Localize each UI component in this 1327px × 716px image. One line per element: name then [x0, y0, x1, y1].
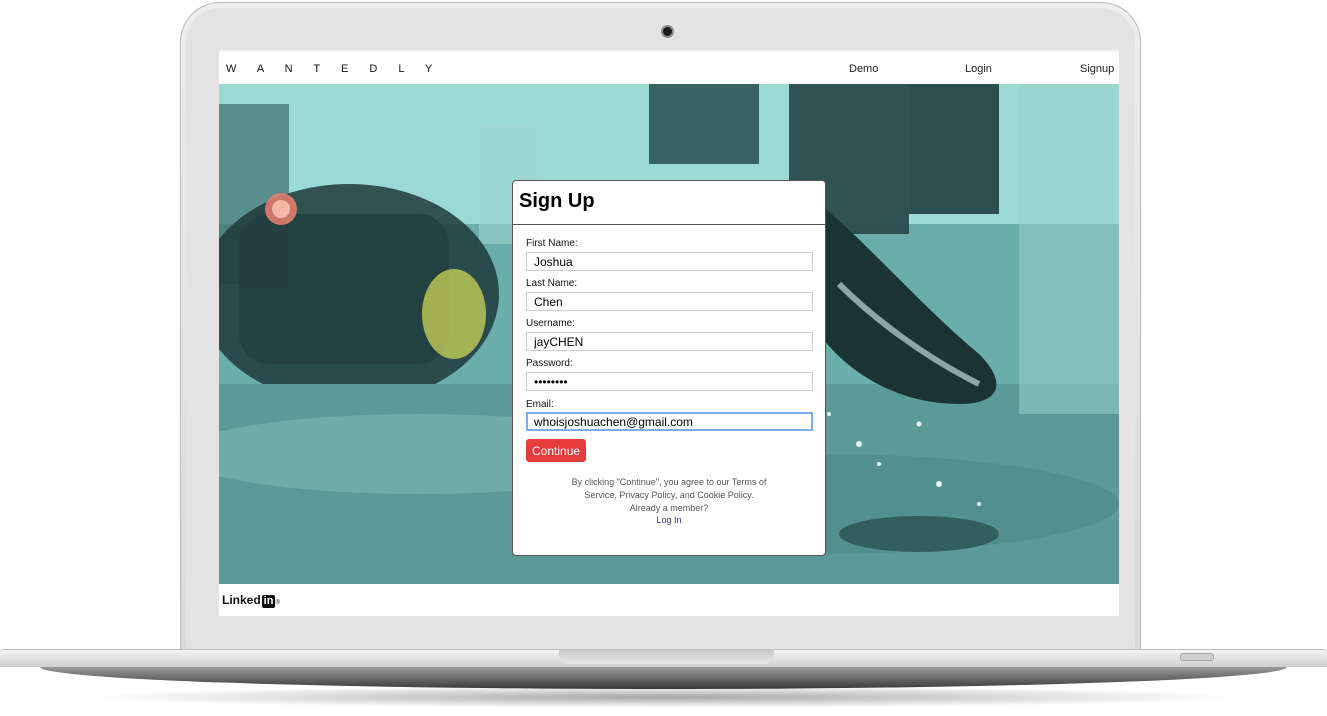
linkedin-registered-mark: ®: [275, 600, 280, 606]
webcam-icon: [661, 25, 674, 38]
last-name-input[interactable]: [526, 292, 813, 311]
login-link[interactable]: Log In: [513, 515, 825, 525]
password-input[interactable]: [526, 372, 813, 391]
password-label: Password:: [526, 358, 573, 369]
continue-button[interactable]: Continue: [526, 439, 587, 462]
screen: W A N T E D L Y Demo Login Signup Sign U…: [219, 50, 1119, 616]
linkedin-in-icon: in: [261, 595, 276, 608]
hero-background: Sign Up First Name: Last Name: Username:…: [219, 84, 1119, 584]
linkedin-logo[interactable]: Linked in ®: [222, 593, 280, 608]
nav-link-login[interactable]: Login: [965, 63, 992, 75]
laptop-shadow: [80, 686, 1247, 708]
first-name-label: First Name:: [526, 238, 578, 249]
linkedin-logo-text: Linked: [222, 593, 261, 607]
terms-line-2: Service, Privacy Policy, and Cookie Poli…: [584, 490, 754, 500]
username-input[interactable]: [526, 332, 813, 351]
terms-line-1: By clicking "Continue", you agree to our…: [571, 477, 767, 487]
nav-link-demo[interactable]: Demo: [849, 63, 878, 75]
last-name-label: Last Name:: [526, 278, 578, 289]
laptop-hinge-notch: [559, 650, 774, 664]
top-navbar: W A N T E D L Y Demo Login Signup: [219, 50, 1119, 84]
brand-logo[interactable]: W A N T E D L Y: [226, 63, 441, 75]
card-divider: [513, 224, 825, 225]
email-label: Email:: [526, 399, 554, 410]
username-label: Username:: [526, 318, 575, 329]
laptop-port: [1180, 653, 1214, 661]
laptop-base-bottom: [40, 667, 1287, 689]
member-prompt: Already a member?: [629, 503, 709, 513]
nav-link-signup[interactable]: Signup: [1080, 63, 1114, 75]
signup-card: Sign Up First Name: Last Name: Username:…: [512, 180, 826, 556]
first-name-input[interactable]: [526, 252, 813, 271]
terms-text: By clicking "Continue", you agree to our…: [543, 476, 795, 515]
footer: Linked in ®: [219, 584, 1119, 616]
email-input[interactable]: [526, 412, 813, 431]
signup-title: Sign Up: [519, 190, 595, 212]
